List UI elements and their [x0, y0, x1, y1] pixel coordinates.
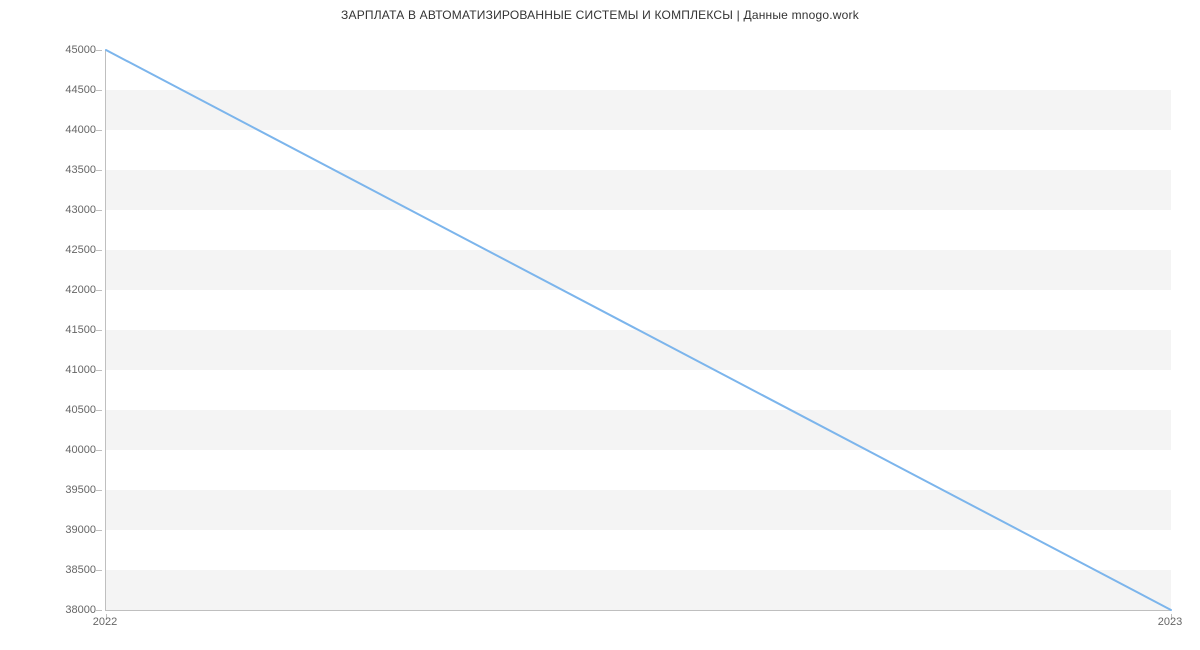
y-tick — [96, 210, 102, 211]
x-tick-label: 2023 — [1158, 616, 1182, 628]
y-tick — [96, 250, 102, 251]
y-tick-label: 40500 — [65, 404, 96, 416]
y-tick-label: 42000 — [65, 284, 96, 296]
x-tick-label: 2022 — [93, 616, 117, 628]
y-tick — [96, 450, 102, 451]
y-tick-label: 41000 — [65, 364, 96, 376]
plot-area — [105, 50, 1171, 611]
y-tick — [96, 50, 102, 51]
y-tick-label: 42500 — [65, 244, 96, 256]
y-tick — [96, 530, 102, 531]
y-tick — [96, 90, 102, 91]
y-tick — [96, 490, 102, 491]
y-tick-label: 39000 — [65, 524, 96, 536]
y-tick — [96, 130, 102, 131]
y-tick-label: 41500 — [65, 324, 96, 336]
y-tick — [96, 570, 102, 571]
y-tick-label: 45000 — [65, 44, 96, 56]
y-tick — [96, 410, 102, 411]
chart-title: ЗАРПЛАТА В АВТОМАТИЗИРОВАННЫЕ СИСТЕМЫ И … — [0, 8, 1200, 22]
chart-container: ЗАРПЛАТА В АВТОМАТИЗИРОВАННЫЕ СИСТЕМЫ И … — [0, 0, 1200, 650]
y-tick — [96, 330, 102, 331]
y-tick-label: 43000 — [65, 204, 96, 216]
y-tick — [96, 170, 102, 171]
line-series — [106, 50, 1171, 610]
y-tick-label: 44000 — [65, 124, 96, 136]
y-tick-label: 38000 — [65, 604, 96, 616]
y-tick — [96, 290, 102, 291]
y-tick-label: 43500 — [65, 164, 96, 176]
y-tick-label: 39500 — [65, 484, 96, 496]
y-tick — [96, 610, 102, 611]
series-line — [106, 50, 1171, 610]
y-tick-label: 44500 — [65, 84, 96, 96]
y-tick-label: 40000 — [65, 444, 96, 456]
y-tick-label: 38500 — [65, 564, 96, 576]
y-tick — [96, 370, 102, 371]
